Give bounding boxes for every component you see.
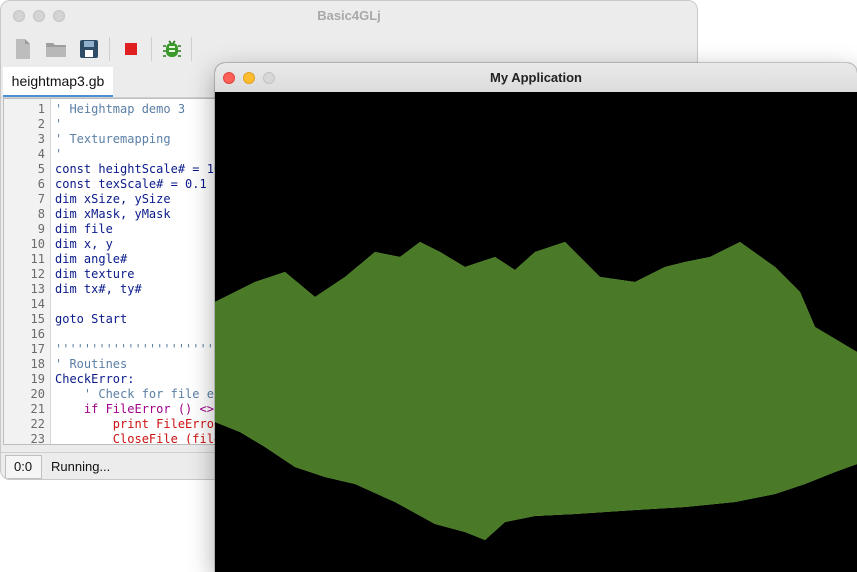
ide-titlebar[interactable]: Basic4GLj (1, 1, 697, 31)
code-text: CheckError: (55, 372, 135, 386)
toolbar-separator (109, 37, 110, 61)
run-status: Running... (51, 459, 111, 474)
line-number: 9 (37, 222, 45, 236)
code-text: ' Texturemapping (55, 132, 171, 146)
line-number: 2 (37, 117, 45, 131)
code-text: ' Heightmap demo 3 (55, 102, 186, 116)
toolbar-separator (151, 37, 152, 61)
code-text: const texScale# = 0.1 (55, 177, 207, 191)
line-number: 10 (30, 237, 45, 251)
code-text: dim x, y (55, 237, 113, 251)
save-icon[interactable] (77, 37, 101, 61)
render-viewport[interactable] (215, 92, 857, 572)
code-text: dim xMask, yMask (55, 207, 171, 221)
line-number: 5 (37, 162, 45, 176)
code-text: ' Check for file er (55, 387, 222, 401)
open-folder-icon[interactable] (44, 37, 68, 61)
line-number: 21 (30, 402, 45, 416)
stop-icon[interactable] (119, 37, 143, 61)
code-text: ' (55, 117, 63, 131)
line-number: 12 (30, 267, 45, 281)
line-number: 16 (30, 327, 45, 341)
code-text: ' Routines (55, 357, 128, 371)
line-number: 4 (37, 147, 45, 161)
code-text: const heightScale# = 10 (55, 162, 222, 176)
app-window-title: My Application (490, 70, 582, 85)
line-number: 6 (37, 177, 45, 191)
line-number: 23 (30, 432, 45, 445)
ide-toolbar (1, 31, 697, 67)
code-text: dim texture (55, 267, 135, 281)
line-number: 13 (30, 282, 45, 296)
code-text: dim file (55, 222, 113, 236)
new-file-icon[interactable] (11, 37, 35, 61)
toolbar-separator (191, 37, 192, 61)
debug-bug-icon[interactable] (160, 37, 184, 61)
line-number: 22 (30, 417, 45, 431)
cursor-position: 0:0 (5, 455, 42, 479)
code-text: print FileError (55, 417, 222, 431)
app-titlebar[interactable]: My Application (215, 63, 857, 93)
line-number: 1 (37, 102, 45, 116)
line-number: 3 (37, 132, 45, 146)
line-number: 7 (37, 192, 45, 206)
terrain-render (215, 92, 857, 572)
line-number: 15 (30, 312, 45, 326)
app-window: My Application (215, 63, 857, 572)
line-number: 18 (30, 357, 45, 371)
line-number: 11 (30, 252, 45, 266)
line-number: 14 (30, 297, 45, 311)
line-number: 20 (30, 387, 45, 401)
line-number: 8 (37, 207, 45, 221)
code-text: if FileError () <> (55, 402, 214, 416)
tab-heightmap3[interactable]: heightmap3.gb (3, 67, 113, 97)
code-text: dim tx#, ty# (55, 282, 142, 296)
code-text: dim angle# (55, 252, 128, 266)
line-number: 19 (30, 372, 45, 386)
code-text: CloseFile (file (55, 432, 222, 445)
line-number: 17 (30, 342, 45, 356)
code-text: dim xSize, ySize (55, 192, 171, 206)
ide-window-title: Basic4GLj (317, 8, 381, 23)
code-text: goto Start (55, 312, 128, 326)
code-text: ' (55, 147, 63, 161)
